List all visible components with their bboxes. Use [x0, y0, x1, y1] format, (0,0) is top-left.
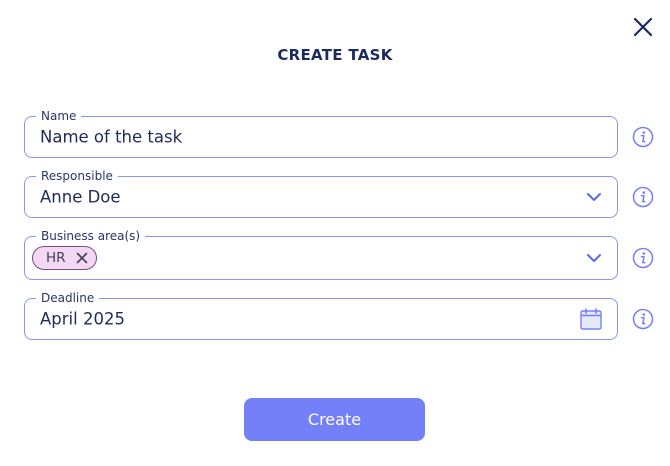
close-icon[interactable] [632, 16, 654, 38]
responsible-value: Anne Doe [40, 187, 121, 207]
chevron-down-icon[interactable] [587, 254, 601, 263]
info-icon[interactable] [632, 247, 654, 269]
name-label: Name [36, 108, 82, 124]
dialog-title: CREATE TASK [277, 46, 393, 64]
create-task-dialog: CREATE TASK Name Name of the task Respon… [0, 0, 670, 466]
business-area-chip: HR [32, 246, 97, 270]
business-area-label: Business area(s) [36, 228, 146, 244]
deadline-value[interactable]: April 2025 [40, 310, 125, 329]
responsible-label: Responsible [36, 168, 118, 184]
info-icon[interactable] [632, 308, 654, 330]
chevron-down-icon[interactable] [587, 193, 601, 202]
create-button[interactable]: Create [244, 398, 425, 441]
name-input[interactable]: Name of the task [40, 128, 182, 147]
name-field[interactable]: Name Name of the task [24, 108, 618, 158]
deadline-label: Deadline [36, 290, 100, 306]
business-area-select[interactable]: Business area(s) HR [24, 228, 618, 280]
responsible-select[interactable]: Responsible Anne Doe [24, 168, 618, 218]
calendar-icon[interactable] [580, 308, 602, 330]
info-icon[interactable] [632, 126, 654, 148]
info-icon[interactable] [632, 186, 654, 208]
chip-label: HR [46, 250, 66, 266]
close-icon[interactable] [76, 252, 88, 264]
deadline-field[interactable]: Deadline April 2025 [24, 290, 618, 340]
